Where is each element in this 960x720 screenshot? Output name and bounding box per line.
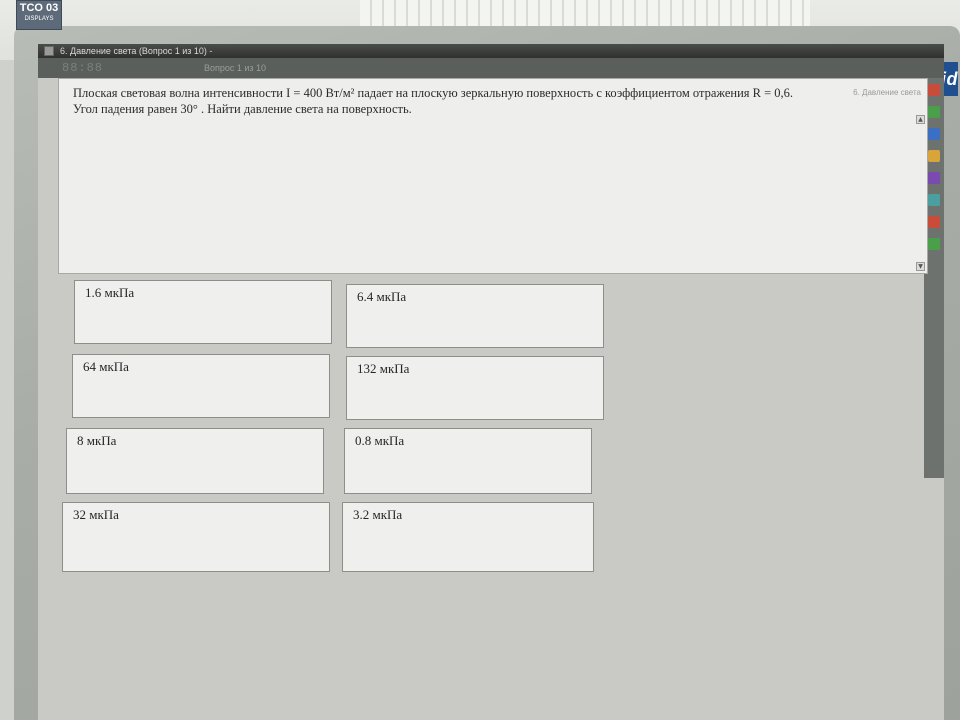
answer-grid: 1.6 мкПа 6.4 мкПа 64 мкПа 132 мкПа 8 мкП… — [58, 280, 618, 580]
question-counter: 88:88 — [62, 61, 104, 75]
tool-icon[interactable] — [928, 238, 940, 250]
window-title: 6. Давление света (Вопрос 1 из 10) - — [60, 46, 213, 56]
tool-icon[interactable] — [928, 106, 940, 118]
tco-sticker: TCO 03 DISPLAYS — [16, 0, 62, 30]
answer-option[interactable]: 3.2 мкПа — [342, 502, 594, 572]
tool-icon[interactable] — [928, 84, 940, 96]
test-toolbar: 88:88 Вопрос 1 из 10 — [38, 58, 944, 78]
monitor-screen: 6. Давление света (Вопрос 1 из 10) - 88:… — [38, 44, 944, 720]
tool-icon[interactable] — [928, 172, 940, 184]
question-progress-label: Вопрос 1 из 10 — [204, 63, 267, 73]
scroll-up-arrow-icon[interactable]: ▲ — [916, 115, 925, 124]
answer-option[interactable]: 32 мкПа — [62, 502, 330, 572]
tco-sticker-main: TCO 03 — [19, 2, 59, 14]
answer-option[interactable]: 64 мкПа — [72, 354, 330, 418]
tool-icon[interactable] — [928, 150, 940, 162]
answer-option[interactable]: 0.8 мкПа — [344, 428, 592, 494]
tco-sticker-sub: DISPLAYS — [24, 16, 54, 22]
answer-option[interactable]: 132 мкПа — [346, 356, 604, 420]
answer-option[interactable]: 8 мкПа — [66, 428, 324, 494]
tool-icon[interactable] — [928, 194, 940, 206]
answer-option[interactable]: 1.6 мкПа — [74, 280, 332, 344]
tool-icon[interactable] — [928, 128, 940, 140]
app-icon — [44, 46, 54, 56]
question-meta: 6. Давление света — [853, 88, 921, 97]
question-text-line1: Плоская световая волна интенсивности I =… — [73, 86, 794, 100]
question-panel: 6. Давление света Плоская световая волна… — [58, 78, 928, 274]
question-text-line2: Угол падения равен 30° . Найти давление … — [73, 102, 412, 116]
answer-option[interactable]: 6.4 мкПа — [346, 284, 604, 348]
tool-icon[interactable] — [928, 216, 940, 228]
scroll-down-arrow-icon[interactable]: ▼ — [916, 262, 925, 271]
window-titlebar: 6. Давление света (Вопрос 1 из 10) - — [38, 44, 944, 58]
